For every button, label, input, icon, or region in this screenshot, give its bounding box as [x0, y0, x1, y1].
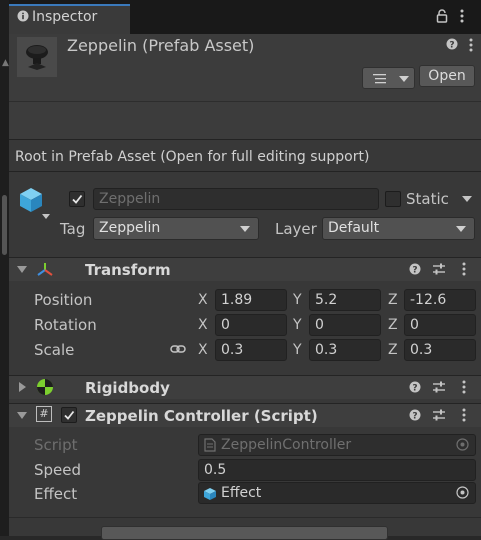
rotation-x-field[interactable]: 0 [215, 314, 287, 336]
layer-label: Layer [275, 220, 317, 238]
scale-z-axis-label[interactable]: Z [388, 342, 398, 358]
scale-y-axis-label[interactable]: Y [293, 342, 302, 358]
script-label: Script [34, 436, 78, 454]
layer-value: Default [328, 220, 380, 236]
transform-foldout-icon[interactable] [17, 266, 27, 273]
scale-y-field[interactable]: 0.3 [309, 339, 381, 361]
open-button[interactable]: Open [419, 65, 475, 87]
kebab-menu-icon[interactable] [468, 38, 474, 52]
kebab-menu-icon[interactable] [459, 9, 465, 23]
zeppelin-preview-icon [26, 45, 48, 70]
kebab-menu-icon[interactable] [461, 262, 467, 276]
list-icon [373, 74, 386, 84]
scale-label: Scale [34, 341, 75, 359]
position-y-field[interactable]: 5.2 [309, 289, 381, 311]
controller-enabled-checkbox[interactable] [61, 407, 77, 423]
rotation-x-axis-label[interactable]: X [198, 317, 208, 333]
static-label: Static [406, 190, 449, 208]
prefab-thumbnail [17, 37, 57, 77]
rotation-y-field[interactable]: 0 [309, 314, 381, 336]
tab-inspector-label: Inspector [32, 9, 98, 25]
script-value: ZeppelinController [221, 437, 352, 453]
layer-dropdown[interactable]: Default [322, 217, 475, 240]
kebab-menu-icon[interactable] [461, 408, 467, 422]
chevron-down-icon [399, 76, 409, 82]
controller-foldout-icon[interactable] [17, 412, 27, 419]
prefab-title: Zeppelin (Prefab Asset) [67, 36, 255, 55]
svg-text:?: ? [412, 412, 417, 422]
speed-field[interactable]: 0.5 [198, 459, 476, 481]
help-icon[interactable]: ? [409, 409, 421, 421]
active-checkbox[interactable] [69, 191, 85, 207]
script-field[interactable]: ZeppelinController [198, 434, 476, 456]
tag-label: Tag [60, 220, 86, 238]
script-file-icon [204, 438, 216, 452]
tag-dropdown[interactable]: Zeppelin [93, 217, 259, 240]
static-checkbox[interactable] [385, 191, 401, 207]
static-dropdown-chevron-icon[interactable] [462, 196, 472, 202]
presets-sliders-icon[interactable] [432, 262, 446, 276]
rotation-z-axis-label[interactable]: Z [388, 317, 398, 333]
svg-text:?: ? [449, 41, 454, 51]
cube-icon[interactable] [17, 186, 45, 214]
chevron-down-icon [240, 226, 250, 232]
scale-z-field[interactable]: 0.3 [404, 339, 476, 361]
tag-value: Zeppelin [99, 220, 161, 236]
transform-title: Transform [85, 261, 171, 279]
scale-x-field[interactable]: 0.3 [215, 339, 287, 361]
script-hash-icon: # [36, 406, 52, 422]
cube-icon [204, 488, 216, 500]
position-z-axis-label[interactable]: Z [388, 292, 398, 308]
svg-text:?: ? [412, 384, 417, 394]
effect-value: Effect [221, 485, 262, 501]
presets-sliders-icon[interactable] [432, 408, 446, 422]
prefab-notice-text: Root in Prefab Asset (Open for full edit… [15, 149, 370, 165]
svg-text:?: ? [412, 266, 417, 276]
header-divider [9, 101, 481, 102]
effect-field[interactable]: Effect [198, 482, 476, 504]
icon-picker-chevron-icon[interactable] [42, 214, 50, 219]
controller-title: Zeppelin Controller (Script) [85, 407, 318, 425]
rotation-y-axis-label[interactable]: Y [293, 317, 302, 333]
prefab-overrides-dropdown[interactable] [362, 67, 415, 89]
rigidbody-title: Rigidbody [85, 379, 170, 397]
object-picker-icon[interactable] [456, 486, 469, 499]
checkmark-icon [72, 194, 83, 204]
position-label: Position [34, 291, 93, 309]
position-x-field[interactable]: 1.89 [215, 289, 287, 311]
lock-icon[interactable] [436, 9, 448, 23]
edge-arrow-icon: ▲ [2, 58, 9, 68]
transform-axes-icon [37, 263, 53, 276]
add-component-button[interactable] [101, 526, 388, 540]
rotation-z-field[interactable]: 0 [404, 314, 476, 336]
help-icon[interactable]: ? [446, 38, 458, 50]
link-icon[interactable] [170, 342, 186, 356]
help-icon[interactable]: ? [409, 263, 421, 275]
panel-resize-handle[interactable] [2, 195, 7, 255]
position-y-axis-label[interactable]: Y [293, 292, 302, 308]
divider [9, 517, 481, 518]
checkmark-icon [64, 410, 75, 420]
help-icon[interactable]: ? [409, 381, 421, 393]
position-z-field[interactable]: -12.6 [404, 289, 476, 311]
presets-sliders-icon[interactable] [432, 380, 446, 394]
kebab-menu-icon[interactable] [461, 380, 467, 394]
rigidbody-icon [37, 379, 53, 395]
position-x-axis-label[interactable]: X [198, 292, 208, 308]
gameobject-name-field[interactable]: Zeppelin [93, 188, 379, 210]
scale-x-axis-label[interactable]: X [198, 342, 208, 358]
rotation-label: Rotation [34, 316, 97, 334]
rigidbody-foldout-icon[interactable] [19, 382, 26, 392]
left-panel-edge [0, 0, 9, 536]
effect-label: Effect [34, 485, 78, 503]
object-picker-icon[interactable] [456, 438, 469, 451]
chevron-down-icon [456, 226, 466, 232]
speed-label: Speed [34, 461, 82, 479]
inspector-info-icon [17, 10, 29, 22]
